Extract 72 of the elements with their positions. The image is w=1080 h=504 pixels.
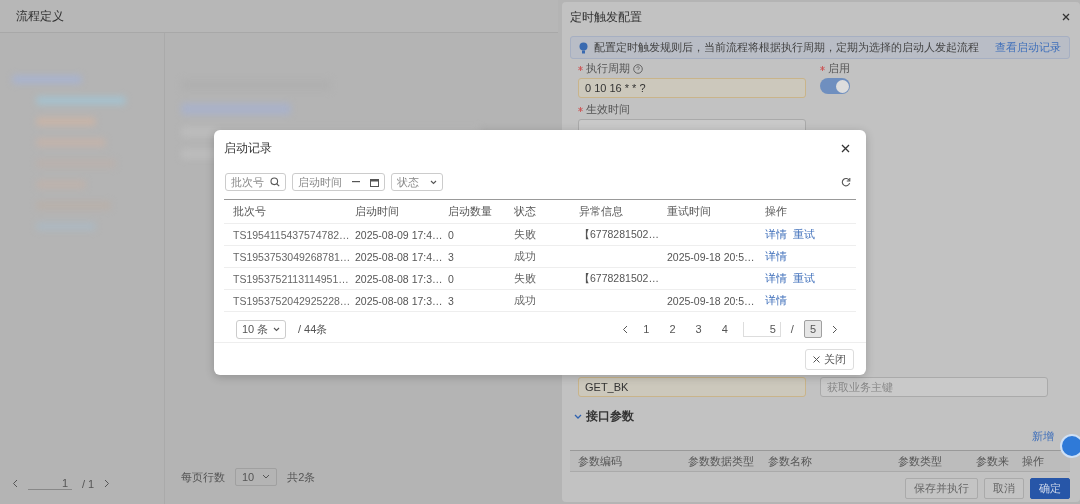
table-cell-text: TS1953752042925228… <box>233 294 352 307</box>
table-cell-text: 2025-08-08 17:3… <box>355 294 444 307</box>
business-key-field[interactable]: GET_BK <box>578 377 806 397</box>
table-cell-text: 成功 <box>514 293 537 308</box>
page-separator: / <box>790 323 794 335</box>
page-number[interactable]: 3 <box>690 321 707 337</box>
table-cell: 【6778281502… <box>579 271 659 284</box>
drawer-title: 定时触发配置 <box>570 8 642 26</box>
table-cell-text: 2025-08-09 17:4… <box>355 228 444 241</box>
column-header: 启动数量 <box>448 204 493 219</box>
rows-per-page-select[interactable]: 10 <box>235 468 278 486</box>
info-text: 配置定时触发规则后，当前流程将根据执行周期，定期为选择的启动人发起流程 <box>594 40 980 55</box>
table-cell-text: 成功 <box>514 249 537 264</box>
column-header: 批次号 <box>233 204 267 219</box>
column-header: 参数数据类型 <box>688 453 755 469</box>
page-title: 流程定义 <box>16 7 64 25</box>
page-jump-input[interactable]: 5 <box>742 321 781 337</box>
view-records-link[interactable]: 查看启动记录 <box>995 40 1061 55</box>
action-link[interactable]: 详情 <box>765 249 787 264</box>
cron-field[interactable]: 0 10 16 * * ? <box>578 78 806 98</box>
field-label: 启用 <box>828 61 850 76</box>
page-input[interactable]: 1 <box>28 477 72 490</box>
field-label: 执行周期 <box>586 61 630 76</box>
column-header: 状态 <box>514 204 537 219</box>
footer-button[interactable]: 确定 <box>1030 478 1070 499</box>
modal-title: 启动记录 <box>224 139 272 157</box>
action-link[interactable]: 详情 <box>765 271 787 286</box>
column-header: 参数类型 <box>898 453 943 469</box>
table-cell-text: 失败 <box>514 271 537 286</box>
table-cell-text: 0 <box>448 272 455 285</box>
column-header: 参数来 <box>976 453 1010 469</box>
rows-per-page-label: 每页行数 <box>181 469 225 485</box>
page-size-select[interactable]: 10 条 <box>236 319 286 339</box>
action-link[interactable]: 详情 <box>765 293 787 308</box>
table-cell-text: TS1953752113114951… <box>233 272 350 285</box>
column-header: 操作 <box>1022 453 1044 469</box>
table-cell-text: 3 <box>448 250 455 263</box>
action-link[interactable]: 详情 <box>765 227 787 242</box>
footer-button[interactable]: 取消 <box>984 478 1024 499</box>
page-number[interactable]: 4 <box>716 321 733 337</box>
field-label: 生效时间 <box>586 102 630 117</box>
table-cell: 2025-09-18 20:5… <box>667 294 755 307</box>
status-select[interactable]: 状态 <box>391 173 443 191</box>
table-cell: 2025-09-18 20:5… <box>667 250 755 263</box>
column-header: 异常信息 <box>579 204 624 219</box>
start-time-range-field[interactable]: 启动时间 <box>292 173 385 191</box>
table-cell-text: 2025-08-08 17:3… <box>355 272 444 285</box>
add-link[interactable]: 新增 <box>1032 429 1054 444</box>
column-header: 参数名称 <box>768 453 813 469</box>
page-number[interactable]: 2 <box>664 321 681 337</box>
table-cell-text: TS1954115437574782… <box>233 228 351 241</box>
page-total: / 1 <box>82 477 95 490</box>
table-cell-text: 2025-08-08 17:4… <box>355 250 444 263</box>
total-count: / 44条 <box>298 321 328 337</box>
column-header: 启动时间 <box>355 204 400 219</box>
column-header: 重试时间 <box>667 204 712 219</box>
action-link[interactable]: 重试 <box>793 271 815 286</box>
table-cell-text: TS1953753049268781… <box>233 250 352 263</box>
total-count: 共2条 <box>287 469 316 485</box>
column-header: 参数编码 <box>578 453 623 469</box>
table-cell-text: 0 <box>448 228 455 241</box>
table-cell-text: 3 <box>448 294 455 307</box>
table-cell: 【6778281502… <box>579 227 659 240</box>
action-link[interactable]: 重试 <box>793 227 815 242</box>
batch-search-field[interactable]: 批次号 <box>225 173 286 191</box>
page-number[interactable]: 5 <box>803 320 822 338</box>
close-button[interactable]: 关闭 <box>805 348 854 370</box>
section-title: 接口参数 <box>586 408 634 425</box>
column-header: 操作 <box>765 204 787 219</box>
table-cell-text: 失败 <box>514 227 537 242</box>
page-number[interactable]: 1 <box>638 321 655 337</box>
footer-button[interactable]: 保存并执行 <box>905 478 978 499</box>
